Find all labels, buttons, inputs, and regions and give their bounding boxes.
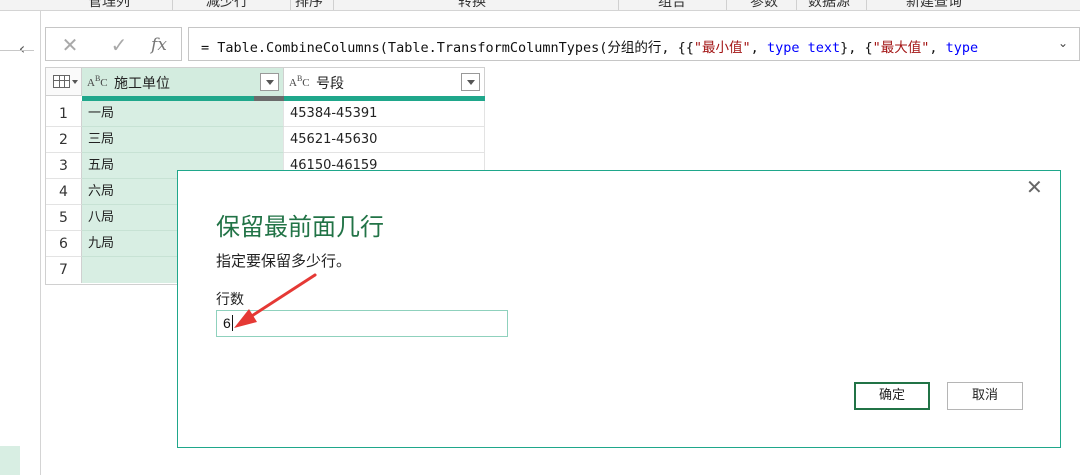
table-cell[interactable]: 三局 (82, 127, 284, 153)
filter-dropdown-icon[interactable] (260, 73, 279, 91)
row-number[interactable]: 4 (46, 179, 82, 205)
close-icon[interactable]: ✕ (1026, 177, 1043, 197)
fx-icon[interactable]: fx (148, 34, 170, 56)
dialog-title: 保留最前面几行 (216, 213, 384, 241)
ribbon-divider (866, 0, 867, 10)
formula-input[interactable]: = Table.CombineColumns(Table.TransformCo… (188, 27, 1080, 61)
queries-pane: ‹ (0, 11, 41, 475)
ribbon-parameters[interactable]: 参数 (750, 0, 778, 10)
ribbon-divider (726, 0, 727, 10)
ribbon-reduce-rows[interactable]: 减少行 (206, 0, 248, 10)
ribbon-divider (290, 0, 291, 10)
row-count-label: 行数 (216, 292, 244, 308)
formula-token: type (945, 40, 979, 56)
ok-button[interactable]: 确定 (854, 382, 930, 410)
column-header-number-range[interactable]: ABC 号段 (284, 68, 485, 96)
ribbon-divider (333, 0, 334, 10)
chevron-down-icon[interactable]: ⌄ (1055, 35, 1071, 51)
ribbon-new-query[interactable]: 新建查询 (906, 0, 962, 10)
ribbon-combine[interactable]: 组合 (658, 0, 686, 10)
row-number[interactable]: 3 (46, 153, 82, 179)
ribbon-divider (172, 0, 173, 10)
column-header-construction-unit[interactable]: ABC 施工单位 (82, 68, 284, 96)
formula-token: , (750, 40, 767, 56)
ribbon: 管理列 减少行 排序 转换 组合 参数 数据源 新建查询 (0, 0, 1080, 11)
row-number[interactable]: 1 (46, 101, 82, 127)
table-menu[interactable] (46, 68, 82, 96)
ribbon-data-source[interactable]: 数据源 (808, 0, 850, 10)
formula-token: "最小值" (693, 40, 751, 56)
row-number[interactable]: 7 (46, 257, 82, 283)
keep-top-rows-dialog: ✕ 保留最前面几行 指定要保留多少行。 行数 6 确定 取消 (177, 170, 1061, 448)
table-cell[interactable]: 45384-45391 (284, 101, 485, 127)
ribbon-transform[interactable]: 转换 (458, 0, 486, 10)
cancel-button[interactable]: 取消 (947, 382, 1023, 410)
row-number[interactable]: 5 (46, 205, 82, 231)
formula-token: = Table.CombineColumns(Table.TransformCo… (201, 40, 694, 56)
pane-divider (0, 50, 34, 51)
formula-token: }, { (840, 40, 873, 56)
formula-token: "最大值" (872, 40, 930, 56)
close-icon[interactable]: ✕ (59, 34, 81, 56)
row-count-value: 6 (223, 315, 231, 331)
table-cell[interactable]: 45621-45630 (284, 127, 485, 153)
dialog-description: 指定要保留多少行。 (216, 252, 352, 270)
column-name: 施工单位 (114, 76, 170, 92)
ribbon-sort[interactable]: 排序 (295, 0, 323, 10)
ribbon-manage-columns[interactable]: 管理列 (88, 0, 130, 10)
formula-bar-buttons: ✕ ✓ fx (45, 27, 182, 61)
formula-text: = Table.CombineColumns(Table.TransformCo… (201, 36, 978, 56)
caret-down-icon (72, 80, 78, 84)
chevron-left-icon[interactable]: ‹ (14, 41, 30, 57)
row-count-input[interactable]: 6 (216, 310, 508, 337)
text-type-icon[interactable]: ABC (289, 74, 310, 89)
active-query-item[interactable] (0, 446, 20, 475)
ribbon-divider (796, 0, 797, 10)
formula-token: type text (766, 40, 841, 56)
text-cursor (231, 315, 233, 331)
power-query-editor: 管理列 减少行 排序 转换 组合 参数 数据源 新建查询 ‹ ✕ ✓ fx = … (0, 0, 1080, 475)
ribbon-divider (618, 0, 619, 10)
filter-dropdown-icon[interactable] (461, 73, 480, 91)
table-cell[interactable]: 一局 (82, 101, 284, 127)
formula-token: , (929, 40, 946, 56)
row-number[interactable]: 6 (46, 231, 82, 257)
check-icon[interactable]: ✓ (108, 34, 130, 56)
table-icon (53, 75, 70, 88)
column-name: 号段 (316, 76, 344, 92)
row-number[interactable]: 2 (46, 127, 82, 153)
text-type-icon[interactable]: ABC (87, 74, 108, 89)
